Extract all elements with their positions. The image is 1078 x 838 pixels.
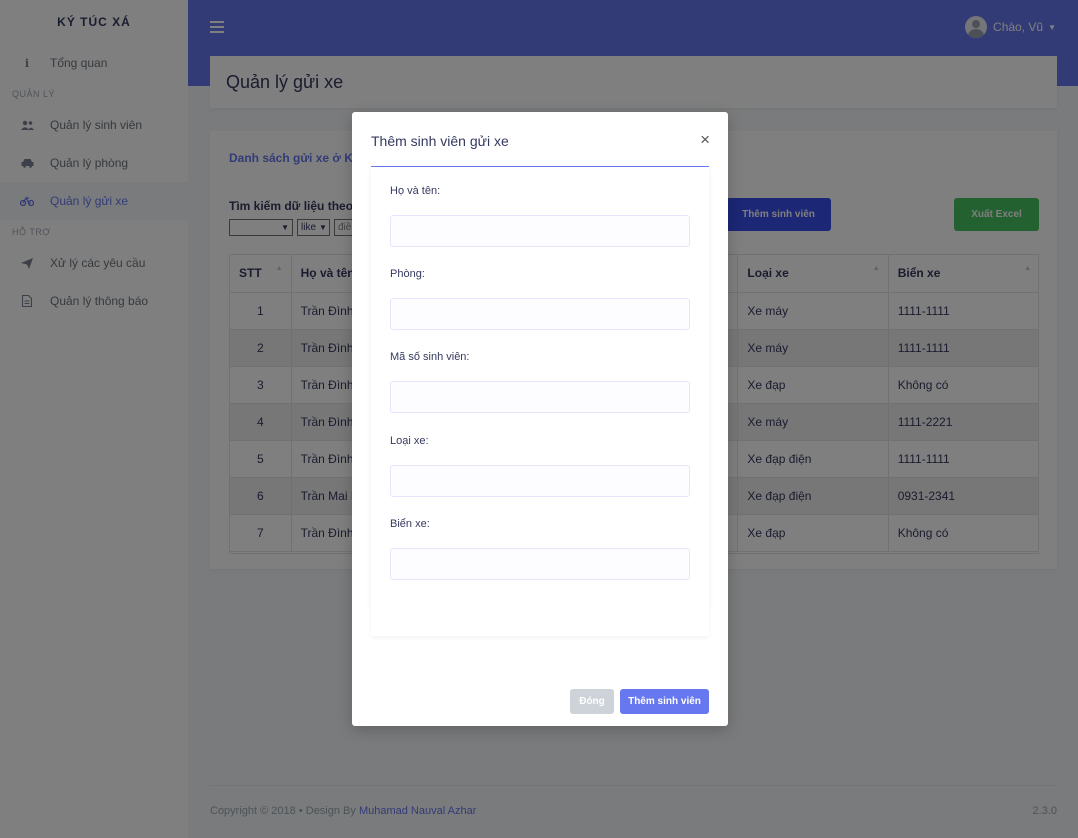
name-field[interactable]: [390, 215, 690, 247]
plate-label: Biển xe:: [390, 518, 430, 530]
modal-form-bottom: [371, 614, 709, 636]
name-label: Họ và tên:: [390, 185, 441, 197]
room-label: Phòng:: [390, 268, 425, 280]
modal-form: Họ và tên: Phòng: Mã số sinh viên: Loại …: [371, 167, 709, 614]
add-parking-modal: Thêm sinh viên gửi xe × Họ và tên: Phòng…: [352, 112, 728, 726]
close-icon[interactable]: ×: [700, 131, 710, 148]
vehicle-type-field[interactable]: [390, 465, 690, 497]
modal-title: Thêm sinh viên gửi xe: [371, 133, 509, 149]
plate-field[interactable]: [390, 548, 690, 580]
student-id-label: Mã số sinh viên:: [390, 351, 470, 363]
student-id-field[interactable]: [390, 381, 690, 413]
vehicle-type-label: Loại xe:: [390, 435, 429, 447]
room-field[interactable]: [390, 298, 690, 330]
close-button[interactable]: Đóng: [570, 689, 614, 714]
submit-button[interactable]: Thêm sinh viên: [620, 689, 709, 714]
